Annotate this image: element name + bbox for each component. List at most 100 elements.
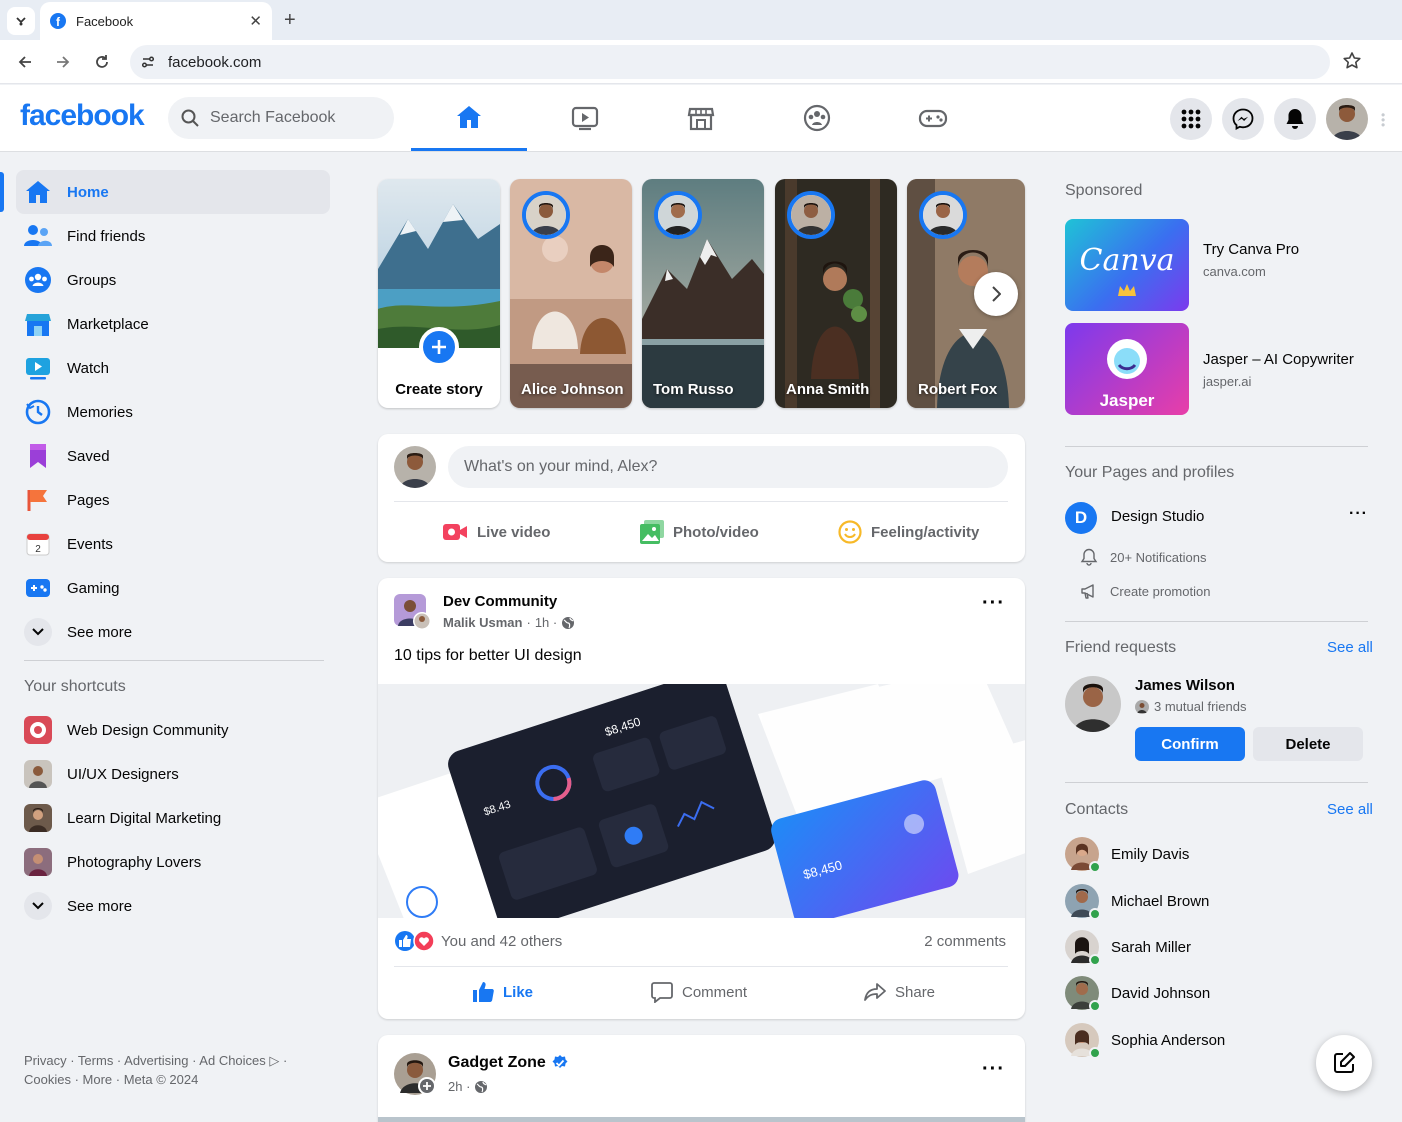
plus-icon [432, 340, 446, 354]
page-notifications[interactable]: 20+ Notifications [1080, 548, 1206, 566]
post-image[interactable]: $8,450 $8.43 $8,450 [378, 684, 1025, 918]
footer-line-2[interactable]: Cookies · More · Meta © 2024 [24, 1070, 314, 1089]
post-time[interactable]: 1h · [535, 615, 557, 630]
contacts-see-all[interactable]: See all [1327, 801, 1373, 818]
sidebar-item-find-friends[interactable]: Find friends [16, 214, 330, 258]
share-button[interactable]: Share [864, 970, 935, 1014]
create-story-plus-button[interactable] [419, 327, 459, 367]
post-time[interactable]: 2h · [448, 1079, 470, 1094]
notifications-button[interactable] [1274, 98, 1316, 140]
footer-links[interactable]: Privacy · Terms · Advertising · Ad Choic… [24, 1051, 314, 1089]
story-avatar [654, 191, 702, 239]
post-options-icon[interactable]: ··· [982, 592, 1005, 615]
sidebar-item-watch[interactable]: Watch [16, 346, 330, 390]
friends-icon [24, 222, 52, 250]
story-card[interactable]: Tom Russo [642, 179, 764, 408]
facebook-favicon: f [50, 13, 66, 29]
sidebar-item-events[interactable]: 2 Events [16, 522, 330, 566]
nav-watch-tab[interactable] [527, 85, 643, 151]
page-initial-avatar[interactable]: D [1065, 502, 1097, 534]
contacts-heading: Contacts [1065, 801, 1129, 818]
nav-gaming-tab[interactable] [875, 85, 991, 151]
saved-icon [24, 442, 52, 470]
story-card-create[interactable]: Create story [378, 179, 500, 408]
shortcut-web-design-community[interactable]: Web Design Community [16, 708, 330, 752]
sidebar-item-label: Gaming [67, 579, 120, 597]
ad-title[interactable]: Try Canva Pro [1203, 241, 1299, 258]
request-name[interactable]: James Wilson [1135, 677, 1235, 694]
feeling-activity-button[interactable]: Feeling/activity [838, 512, 979, 552]
post-page-name[interactable]: Gadget Zone [448, 1054, 546, 1072]
composer-input[interactable]: What's on your mind, Alex? [448, 446, 1008, 488]
tab-search-icon[interactable] [7, 7, 35, 35]
new-tab-button[interactable]: + [284, 9, 296, 31]
shortcut-learn-digital-marketing[interactable]: Learn Digital Marketing [16, 796, 330, 840]
comment-button[interactable]: Comment [651, 970, 747, 1014]
facebook-logo[interactable]: facebook [20, 99, 145, 133]
like-icon [473, 982, 494, 1002]
comments-count[interactable]: 2 comments [924, 933, 1006, 950]
sidebar-item-groups[interactable]: Groups [16, 258, 330, 302]
browser-tab[interactable]: f Facebook ✕ [40, 2, 272, 40]
ad-title[interactable]: Jasper – AI Copywriter [1203, 351, 1354, 368]
contact-item[interactable]: Emily Davis [1065, 834, 1365, 874]
sidebar-item-home[interactable]: Home [16, 170, 330, 214]
search-input[interactable]: Search Facebook [168, 97, 394, 139]
back-arrow-icon[interactable] [14, 51, 36, 73]
address-bar[interactable]: facebook.com [130, 45, 1330, 79]
story-card[interactable]: Alice Johnson [510, 179, 632, 408]
contact-item[interactable]: David Johnson [1065, 973, 1365, 1013]
close-tab-icon[interactable]: ✕ [249, 12, 262, 30]
page-name[interactable]: Design Studio [1111, 508, 1204, 525]
contact-item[interactable]: Michael Brown [1065, 881, 1365, 921]
composer-avatar[interactable] [394, 446, 436, 488]
sidebar-item-pages[interactable]: Pages [16, 478, 330, 522]
create-promotion[interactable]: Create promotion [1080, 582, 1210, 600]
feeling-icon [838, 520, 862, 544]
shortcuts-see-more[interactable]: See more [16, 884, 330, 928]
post-author[interactable]: Malik Usman [443, 615, 522, 630]
jasper-ad-image[interactable]: Jasper [1065, 323, 1189, 415]
page-avatar[interactable] [394, 1053, 438, 1097]
shortcut-photography-lovers[interactable]: Photography Lovers [16, 840, 330, 884]
sidebar-item-saved[interactable]: Saved [16, 434, 330, 478]
sidebar-item-label: Watch [67, 359, 109, 377]
site-settings-icon[interactable] [140, 54, 156, 70]
new-message-button[interactable] [1316, 1035, 1372, 1091]
nav-marketplace-tab[interactable] [643, 85, 759, 151]
browser-overflow-icon[interactable]: • • • [1381, 109, 1385, 131]
sidebar-item-memories[interactable]: Memories [16, 390, 330, 434]
reload-icon[interactable] [91, 51, 113, 73]
live-video-button[interactable]: Live video [442, 512, 550, 552]
nav-home-tab[interactable] [411, 85, 527, 151]
shortcut-ui-ux-designers[interactable]: UI/UX Designers [16, 752, 330, 796]
post-group-name[interactable]: Dev Community [443, 593, 557, 610]
story-card[interactable]: Anna Smith [775, 179, 897, 408]
mutual-friends[interactable]: 3 mutual friends [1135, 699, 1247, 714]
canva-ad-image[interactable]: Canva [1065, 219, 1189, 311]
stories-next-button[interactable] [974, 272, 1018, 316]
sidebar-item-marketplace[interactable]: Marketplace [16, 302, 330, 346]
sidebar-see-more[interactable]: See more [16, 610, 330, 654]
contact-name: Sophia Anderson [1111, 1031, 1226, 1049]
friend-requests-see-all[interactable]: See all [1327, 639, 1373, 656]
story-name: Robert Fox [918, 381, 998, 398]
page-options-icon[interactable]: ··· [1349, 505, 1368, 523]
delete-button[interactable]: Delete [1253, 727, 1363, 761]
photo-video-button[interactable]: Photo/video [640, 512, 759, 552]
group-avatar[interactable] [394, 594, 430, 630]
like-button[interactable]: Like [472, 970, 533, 1014]
sidebar-item-gaming[interactable]: Gaming [16, 566, 330, 610]
profile-avatar[interactable] [1326, 98, 1368, 140]
bookmark-star-icon[interactable] [1342, 51, 1362, 71]
post-options-icon[interactable]: ··· [982, 1058, 1005, 1081]
menu-button[interactable] [1170, 98, 1212, 140]
footer-line-1[interactable]: Privacy · Terms · Advertising · Ad Choic… [24, 1051, 314, 1070]
reactions-summary[interactable]: You and 42 others [394, 930, 562, 952]
request-avatar[interactable] [1065, 676, 1121, 732]
messenger-button[interactable] [1222, 98, 1264, 140]
nav-groups-tab[interactable] [759, 85, 875, 151]
contact-item[interactable]: Sarah Miller [1065, 927, 1365, 967]
confirm-button[interactable]: Confirm [1135, 727, 1245, 761]
forward-arrow-icon[interactable] [52, 51, 74, 73]
